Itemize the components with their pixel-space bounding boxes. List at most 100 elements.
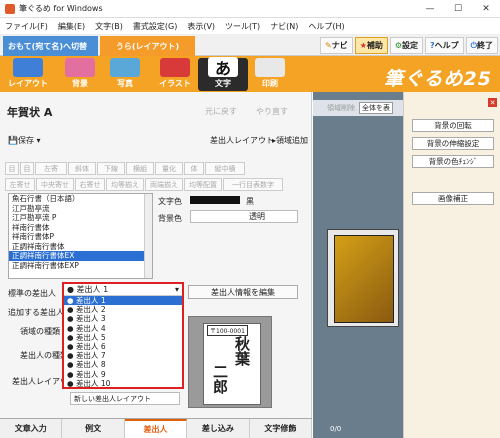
assist-label: 補助 [366,41,383,50]
gear-icon: ⚙ [394,41,403,50]
bg-stretch-button[interactable]: 背景の伸縮設定 [412,137,494,150]
brand-logo: 筆ぐるめ25 [383,68,492,90]
fmt-btn[interactable]: 量化 [155,162,183,175]
fmt-btn[interactable]: 体 [184,162,204,175]
menu-navi[interactable]: ナビ(N) [265,21,303,32]
ribbon: レイアウト 背景 写真 イラスト あ文字 印刷 筆ぐるめ25 [0,56,500,92]
help-label: ヘルプ [434,41,459,50]
exit-button[interactable]: ⏻ 終了 [465,37,498,54]
close-icon[interactable]: ✕ [488,98,497,107]
align-btn[interactable]: 右寄せ [75,178,105,191]
char-color-label: 文字色 [158,197,182,206]
ribbon-print[interactable]: 印刷 [245,58,295,91]
font-list[interactable]: 魚石行書（日本語） 江戸勘亭流 江戸勘亭流 P 祥南行書体 祥南行書体P 正調祥… [8,193,153,279]
text-icon: あ [208,57,238,78]
ribbon-print-label: 印刷 [262,79,278,88]
bg-color-change-button[interactable]: 背景の色ﾁｪﾝｼﾞ [412,155,494,168]
tab-text-input[interactable]: 文章入力 [0,419,63,438]
format-row-1: 目 目 左寄 斜体 下線 横組 量化 体 縦中横 [5,162,245,175]
switch-to-front-label: おもて(宛て名)へ切替 [8,41,87,51]
ribbon-illust[interactable]: イラスト [150,58,200,91]
bg-color-value: 透明 [249,212,265,221]
area-type-label: 領域の種類 [20,327,60,336]
ribbon-photo-label: 写真 [117,79,133,88]
menu-view[interactable]: 表示(V) [182,21,220,32]
mode-bar: おもて(宛て名)へ切替 うら(レイアウト) ✎ ナビ ★ 補助 ⚙ 設定 ? ヘルプ ⏻… [0,34,500,56]
bg-color-select[interactable]: 透明 [190,210,298,223]
sender-dot-icon: ● [67,296,74,306]
align-btn[interactable]: 均等揃え [106,178,144,191]
preview-card: 〒100-0001 秋葉 二郎 [203,323,261,405]
format-row-2: 左寄せ 中央寄せ 右寄せ 均等揃え 両端揃え 均等配置 一行目表数字 [5,178,283,191]
menu-file[interactable]: ファイル(F) [0,21,53,32]
tab-decoration[interactable]: 文字修飾 [250,419,313,438]
font-item[interactable]: 正調祥南行書体EXP [9,261,152,271]
sender-dot-icon: ● [67,285,74,294]
undo-button[interactable]: 元に戻す [205,106,237,117]
help-button[interactable]: ? ヘルプ [425,37,464,54]
edit-sender-info-button[interactable]: 差出人情報を編集 [188,285,298,299]
navi-button[interactable]: ✎ ナビ [319,37,353,54]
background-icon [65,58,95,77]
delete-area-button[interactable]: 領域削除 [327,103,355,113]
close-button[interactable]: ✕ [472,0,500,18]
sender-type-label: 差出人の種類 [20,351,68,360]
tab-sender[interactable]: 差出人 [124,419,188,438]
back-layout-tab[interactable]: うら(レイアウト) [100,36,195,56]
assist-button[interactable]: ★ 補助 [354,37,388,54]
fmt-btn[interactable]: 下線 [97,162,125,175]
save-button[interactable]: 💾保存 ▾ [8,135,41,146]
new-layout-select[interactable]: 新しい差出人レイアウト [70,392,180,405]
illust-icon [160,58,190,77]
tab-insert[interactable]: 差し込み [187,419,250,438]
fmt-btn[interactable]: 横組 [126,162,154,175]
bg-rotate-button[interactable]: 背景の回転 [412,119,494,132]
switch-to-front-tab[interactable]: おもて(宛て名)へ切替 [3,36,98,56]
font-list-scrollbar[interactable] [144,194,152,278]
fmt-btn[interactable]: 目 [5,162,19,175]
ribbon-text[interactable]: あ文字 [198,57,248,91]
area-add-button[interactable]: ▸領域追加 [272,135,308,146]
fmt-btn[interactable]: 左寄 [35,162,67,175]
ribbon-illust-label: イラスト [159,79,191,88]
align-btn[interactable]: 中央寄せ [36,178,74,191]
align-btn[interactable]: 左寄せ [5,178,35,191]
card-thumbnail[interactable] [327,229,399,327]
fmt-btn[interactable]: 縦中横 [205,162,245,175]
new-layout-label: 新しい差出人レイアウト [74,394,151,403]
sender-option[interactable]: ● 差出人 10 [64,379,182,388]
redo-button[interactable]: やり直す [256,106,288,117]
add-sender-label: 追加する差出人 [8,308,64,317]
printer-icon [255,58,285,77]
sender-dot-icon: ● [67,323,74,333]
bg-color-label: 背景色 [158,214,182,223]
photo-icon [110,58,140,77]
settings-label: 設定 [402,41,419,50]
view-select[interactable]: 全体を表 [359,102,393,114]
image-correct-button[interactable]: 画像補正 [412,192,494,205]
menu-help[interactable]: ヘルプ(H) [303,21,349,32]
menu-tools[interactable]: ツール(T) [220,21,265,32]
maximize-button[interactable]: ☐ [444,0,472,18]
menu-edit[interactable]: 編集(E) [53,21,90,32]
menu-text[interactable]: 文字(B) [90,21,128,32]
sender-layout-button[interactable]: 差出人レイアウト [210,135,274,146]
sender-dot-icon: ● [67,332,74,342]
ribbon-background[interactable]: 背景 [55,58,105,91]
sender-dot-icon: ● [67,342,74,352]
menu-format[interactable]: 書式設定(G) [128,21,182,32]
align-btn[interactable]: 均等配置 [184,178,222,191]
ribbon-layout[interactable]: レイアウト [3,58,53,91]
align-btn[interactable]: 両端揃え [145,178,183,191]
tab-example[interactable]: 例文 [62,419,125,438]
ribbon-photo[interactable]: 写真 [100,58,150,91]
fmt-btn[interactable]: 目 [20,162,34,175]
sender-dot-icon: ● [67,314,74,324]
minimize-button[interactable]: — [416,0,444,18]
settings-button[interactable]: ⚙ 設定 [389,37,424,54]
fmt-btn[interactable]: 斜体 [68,162,96,175]
char-color-swatch[interactable] [190,196,240,204]
sender-dropdown[interactable]: ● 差出人 1 ▾ ● 差出人 1 ● 差出人 2 ● 差出人 3 ● 差出人 4… [62,282,184,389]
align-btn[interactable]: 一行目表数字 [223,178,283,191]
window-title: 筆ぐるめ for Windows [19,4,103,13]
